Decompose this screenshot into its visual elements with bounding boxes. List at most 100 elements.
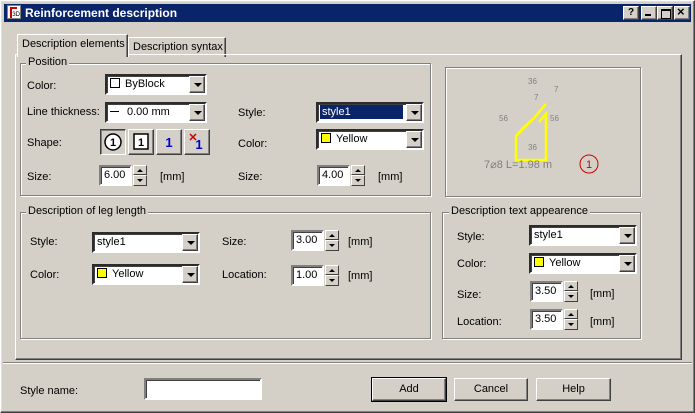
spin-up-icon[interactable]: [325, 265, 339, 275]
no-shape-icon: 1: [189, 133, 203, 152]
color-swatch: [534, 257, 544, 267]
text-appearance-group-label: Description text appearence: [449, 205, 590, 217]
chevron-down-icon[interactable]: [182, 266, 198, 283]
position-style-select[interactable]: style1: [316, 102, 424, 123]
leg-color-label: Color:: [30, 269, 60, 281]
tab-description-elements[interactable]: Description elements: [17, 34, 128, 57]
text-style-select[interactable]: style1: [529, 225, 637, 246]
chevron-down-icon[interactable]: [182, 234, 198, 251]
help-title-button[interactable]: ?: [623, 6, 639, 20]
leg-color-value: Yellow: [112, 268, 144, 280]
leg-location-label: Location:: [222, 269, 267, 281]
text-size-value: 3.50: [535, 285, 557, 297]
spin-down-icon[interactable]: [133, 175, 147, 186]
text-size-label: Size:: [457, 289, 482, 301]
square-number-icon: 1: [133, 133, 149, 150]
leg-size-stepper[interactable]: 3.00: [291, 230, 339, 251]
shape-none-button[interactable]: 1: [184, 129, 210, 155]
dim-right: 56: [550, 114, 559, 123]
position-right-size-value: 4.00: [322, 169, 344, 181]
add-button[interactable]: Add: [371, 377, 447, 402]
text-style-label: Style:: [457, 231, 485, 243]
chevron-down-icon[interactable]: [619, 227, 635, 244]
shape-circle-button[interactable]: 1: [100, 129, 126, 155]
spin-down-icon[interactable]: [351, 175, 365, 186]
dim-top-right: 7: [554, 85, 559, 94]
spin-down-icon[interactable]: [564, 291, 578, 302]
position-right-color-select[interactable]: Yellow: [316, 129, 424, 150]
line-thickness-label: Line thickness:: [27, 106, 100, 118]
shape-square-button[interactable]: 1: [128, 129, 154, 155]
position-size-stepper[interactable]: 6.00: [99, 165, 147, 186]
style-name-input[interactable]: [144, 378, 262, 400]
preview-marker: 1: [586, 159, 592, 171]
spin-up-icon[interactable]: [133, 165, 147, 175]
chevron-down-icon[interactable]: [619, 255, 635, 272]
app-icon: [7, 5, 21, 19]
leg-size-value: 3.00: [296, 234, 318, 246]
footer-separator: [3, 362, 692, 364]
leg-location-stepper[interactable]: 1.00: [291, 265, 339, 286]
line-thickness-select[interactable]: 0.00 mm: [105, 102, 207, 123]
position-right-size-stepper[interactable]: 4.00: [317, 165, 365, 186]
minimize-button[interactable]: [641, 6, 657, 20]
leg-location-value: 1.00: [296, 269, 318, 281]
text-location-value: 3.50: [535, 313, 557, 325]
spin-down-icon[interactable]: [325, 240, 339, 251]
text-color-label: Color:: [457, 258, 487, 270]
text-style-value: style1: [534, 229, 563, 241]
spin-up-icon[interactable]: [564, 281, 578, 291]
leg-style-select[interactable]: style1: [92, 232, 200, 253]
preview-caption: 7⌀8 L=1.98 m: [484, 159, 552, 171]
text-location-label: Location:: [457, 316, 502, 328]
leg-style-value: style1: [97, 236, 126, 248]
chevron-down-icon[interactable]: [406, 104, 422, 121]
shape-circle-text: 1: [110, 137, 116, 149]
text-size-unit: [mm]: [590, 288, 615, 300]
circle-number-icon: 1: [104, 133, 122, 151]
tab-label: Description elements: [22, 38, 125, 50]
shape-plain-button[interactable]: 1: [156, 129, 182, 155]
shape-plain-text: 1: [165, 135, 172, 150]
spin-down-icon[interactable]: [325, 275, 339, 286]
leg-color-select[interactable]: Yellow: [92, 264, 200, 285]
leg-location-unit: [mm]: [348, 270, 373, 282]
leg-length-group-label: Description of leg length: [26, 205, 149, 217]
color-swatch: [321, 133, 331, 143]
leg-size-label: Size:: [222, 236, 247, 248]
leg-size-unit: [mm]: [348, 236, 373, 248]
dim-hook: 7: [534, 93, 539, 102]
line-sample-icon: [110, 111, 119, 112]
position-color-label: Color:: [27, 80, 57, 92]
chevron-down-icon[interactable]: [189, 104, 205, 121]
color-swatch: [110, 78, 120, 88]
spin-down-icon[interactable]: [564, 319, 578, 330]
position-right-color-label: Color:: [238, 138, 268, 150]
spin-up-icon[interactable]: [564, 309, 578, 319]
text-location-stepper[interactable]: 3.50: [530, 309, 578, 330]
dim-bottom: 36: [528, 143, 537, 152]
position-style-value: style1: [320, 105, 403, 119]
title-bar[interactable]: Reinforcement description ?: [4, 4, 691, 22]
position-color-select[interactable]: ByBlock: [105, 74, 207, 95]
spin-up-icon[interactable]: [325, 230, 339, 240]
spin-up-icon[interactable]: [351, 165, 365, 175]
help-button[interactable]: Help: [536, 378, 611, 401]
style-name-label: Style name:: [20, 385, 79, 397]
plain-number-icon: 1: [165, 135, 172, 150]
chevron-down-icon[interactable]: [189, 76, 205, 93]
position-right-size-label: Size:: [238, 171, 263, 183]
position-style-label: Style:: [238, 107, 266, 119]
leg-style-label: Style:: [30, 236, 58, 248]
shape-none-text: 1: [195, 137, 202, 152]
cancel-button[interactable]: Cancel: [454, 378, 528, 401]
tab-label: Description syntax: [133, 41, 223, 53]
shape-square-text: 1: [138, 137, 144, 149]
dialog-window: Reinforcement description ? Description …: [0, 0, 695, 413]
text-size-stepper[interactable]: 3.50: [530, 281, 578, 302]
close-button[interactable]: [674, 6, 690, 20]
maximize-button[interactable]: [657, 6, 673, 20]
chevron-down-icon[interactable]: [406, 131, 422, 148]
position-group-label: Position: [26, 56, 70, 68]
text-color-select[interactable]: Yellow: [529, 253, 637, 274]
